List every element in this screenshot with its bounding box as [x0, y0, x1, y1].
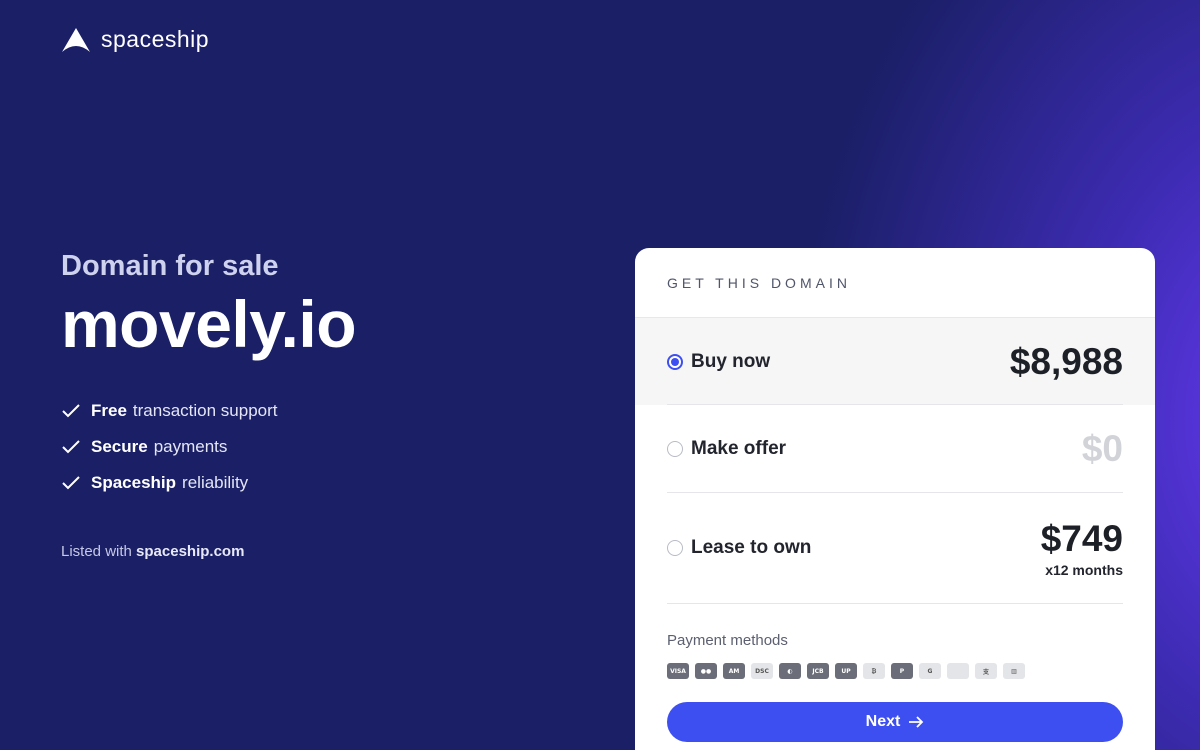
option-buy-now[interactable]: Buy now $8,988 [635, 318, 1155, 405]
option-label: Make offer [691, 437, 787, 459]
offer-price: $0 [1081, 427, 1123, 469]
feature-bold: Spaceship [91, 473, 177, 492]
next-button[interactable]: Next [667, 702, 1123, 742]
listed-prefix: Listed with [61, 543, 132, 560]
jcb-icon: JCB [807, 663, 829, 679]
feature-text: payments [153, 437, 228, 456]
alipay-icon: 支 [975, 663, 997, 679]
spaceship-logo-icon [62, 27, 90, 52]
payment-methods-title: Payment methods [667, 632, 788, 649]
check-icon [62, 404, 80, 418]
payment-icons: VISA ●● AM DSC ◐ JCB UP ₿ P G 支 ▥ [667, 663, 1123, 679]
listed-with: Listed with spaceship.com [61, 543, 356, 560]
option-label: Lease to own [691, 537, 812, 558]
google-pay-icon: G [919, 663, 941, 679]
feature-bold: Secure [91, 437, 148, 456]
lease-term: x12 months [1045, 562, 1123, 578]
amex-icon: AM [723, 663, 745, 679]
check-icon [62, 440, 80, 454]
payment-methods: Payment methods VISA ●● AM DSC ◐ JCB UP … [635, 604, 1155, 679]
apple-pay-icon [947, 663, 969, 679]
visa-icon: VISA [667, 663, 689, 679]
arrow-right-icon [909, 716, 924, 728]
radio-lease-to-own[interactable] [667, 540, 683, 556]
feature-item: Secure payments [61, 429, 356, 465]
spaceship-logo[interactable]: spaceship [61, 26, 209, 53]
purchase-card: GET THIS DOMAIN Buy now $8,988 Make offe… [635, 248, 1155, 750]
hero: Domain for sale movely.io Free transacti… [61, 250, 357, 560]
diners-icon: ◐ [779, 663, 801, 679]
feature-text: reliability [182, 473, 249, 492]
unionpay-icon: UP [835, 663, 857, 679]
radio-buy-now[interactable] [667, 353, 683, 370]
feature-list: Free transaction support Secure payments… [61, 393, 356, 501]
hero-subtitle: Domain for sale [61, 250, 279, 282]
domain-name: movely.io [61, 287, 357, 361]
option-label: Buy now [691, 350, 771, 372]
discover-icon: DSC [751, 663, 773, 679]
brand-name: spaceship [101, 26, 210, 52]
feature-item: Free transaction support [61, 393, 356, 429]
bank-transfer-icon: ▥ [1003, 663, 1025, 679]
option-make-offer[interactable]: Make offer $0 [667, 405, 1123, 493]
bitcoin-icon: ₿ [863, 663, 885, 679]
buy-now-price: $8,988 [1009, 340, 1123, 382]
paypal-icon: P [891, 663, 913, 679]
mastercard-icon: ●● [695, 663, 717, 679]
radio-make-offer[interactable] [667, 440, 683, 457]
feature-text: transaction support [132, 401, 278, 420]
card-header: GET THIS DOMAIN [635, 248, 1155, 318]
listed-site-link[interactable]: spaceship.com [136, 543, 244, 560]
option-lease-to-own[interactable]: Lease to own $749 x12 months [667, 493, 1123, 604]
lease-price: $749 [1040, 518, 1123, 559]
check-icon [62, 476, 80, 490]
feature-bold: Free [91, 401, 127, 420]
feature-item: Spaceship reliability [61, 465, 356, 501]
next-label: Next [865, 713, 901, 730]
